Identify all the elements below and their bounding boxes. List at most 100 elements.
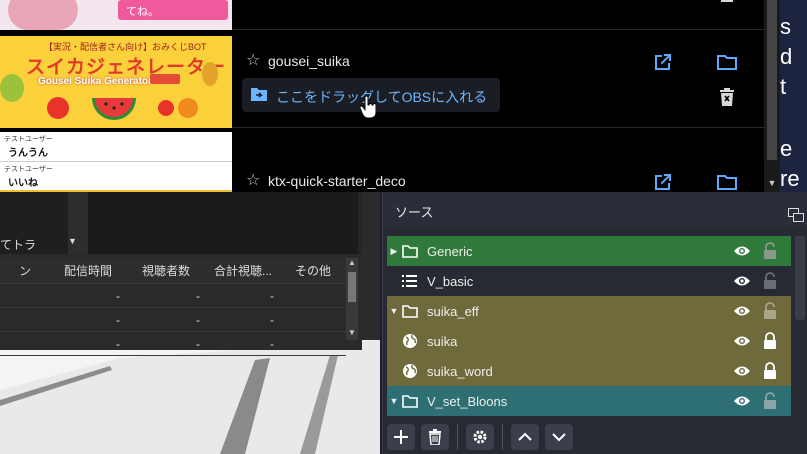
column-header[interactable]: 合計視聴... bbox=[206, 258, 280, 283]
collapse-arrow-icon[interactable]: ▼ bbox=[387, 306, 401, 316]
table-cell bbox=[280, 332, 346, 355]
table-cell bbox=[280, 308, 346, 331]
collapse-arrow-icon[interactable]: ▼ bbox=[387, 396, 401, 406]
star-icon[interactable]: ☆ bbox=[246, 173, 262, 189]
trash-icon[interactable] bbox=[718, 87, 736, 107]
sources-toolbar bbox=[387, 424, 573, 452]
source-item-v-set-bloons[interactable]: ▼ V_set_Bloons bbox=[387, 386, 791, 416]
item-name: gousei_suika bbox=[268, 53, 350, 69]
table-cell: - bbox=[270, 288, 274, 303]
folder-import-icon bbox=[251, 88, 267, 101]
source-properties-button[interactable] bbox=[466, 424, 494, 450]
dropdown-arrow-icon[interactable]: ▼ bbox=[68, 236, 82, 250]
globe-icon bbox=[401, 363, 419, 379]
source-item-suika-eff[interactable]: ▼ suika_eff bbox=[387, 296, 791, 326]
unlocked-icon[interactable] bbox=[763, 302, 777, 320]
eye-icon[interactable] bbox=[733, 273, 751, 289]
table-cell: - bbox=[270, 312, 274, 327]
eye-icon[interactable] bbox=[733, 333, 751, 349]
column-header[interactable]: その他 bbox=[280, 258, 346, 283]
chat-line: テストユーザー いいね bbox=[0, 162, 232, 192]
lock-icon[interactable] bbox=[763, 332, 777, 350]
star-icon[interactable]: ☆ bbox=[246, 53, 262, 69]
stats-partial-label: てトラ bbox=[0, 238, 37, 252]
globe-icon bbox=[401, 333, 419, 349]
trash-icon[interactable] bbox=[718, 0, 736, 16]
unlocked-icon[interactable] bbox=[763, 272, 777, 290]
table-row[interactable]: - - - bbox=[0, 332, 346, 356]
item-name: ktx-quick-starter_deco bbox=[268, 173, 406, 189]
eye-icon[interactable] bbox=[733, 303, 751, 319]
column-header[interactable]: 視聴者数 bbox=[126, 258, 206, 283]
eye-icon[interactable] bbox=[733, 363, 751, 379]
source-item-suika-word[interactable]: suika_word bbox=[387, 356, 791, 386]
move-down-button[interactable] bbox=[545, 424, 573, 450]
dock-header: ソース bbox=[383, 192, 807, 226]
stats-panel: てトラ ▼ ン 配信時間 視聴者数 合計視聴... その他 - - - - - … bbox=[0, 190, 362, 356]
source-item-generic[interactable]: ▶ Generic bbox=[387, 236, 791, 266]
folder-icon[interactable] bbox=[716, 171, 738, 192]
move-up-button[interactable] bbox=[511, 424, 539, 450]
remove-source-button[interactable] bbox=[421, 424, 449, 450]
stats-scrollbar[interactable]: ▲ ▼ bbox=[346, 258, 358, 340]
fruit-illustration bbox=[0, 62, 218, 120]
plus-icon bbox=[394, 430, 408, 444]
background-window-edge: s d t e re bbox=[780, 0, 807, 192]
table-cell: - bbox=[116, 336, 120, 351]
table-cell bbox=[280, 284, 346, 307]
table-cell: - bbox=[116, 312, 120, 327]
thumbnail: てね。 bbox=[0, 0, 232, 30]
thumbnail: 【実況・配信者さん向け】おみくじBOT スイカジェネレーター Gousei Su… bbox=[0, 36, 232, 128]
thumbnail: テストユーザー うんうん テストユーザー いいね bbox=[0, 132, 232, 192]
browser-source-list: てね。 【実況・配信者さん向け】おみくじBOT スイカジェネレーター Gouse… bbox=[0, 0, 780, 192]
sources-list: ▶ Generic V_basic ▼ suika_eff suika suik… bbox=[387, 236, 791, 416]
scroll-up-icon[interactable]: ▲ bbox=[346, 258, 358, 270]
hand-cursor-icon bbox=[360, 96, 376, 119]
table-header-row: ン 配信時間 視聴者数 合計視聴... その他 bbox=[0, 258, 346, 284]
table-row[interactable]: - - - bbox=[0, 284, 346, 308]
scroll-down-icon[interactable]: ▼ bbox=[764, 178, 780, 190]
folder-icon[interactable] bbox=[716, 51, 738, 73]
chevron-down-icon bbox=[552, 433, 566, 442]
folder-icon bbox=[401, 243, 419, 259]
gear-icon bbox=[473, 430, 487, 444]
table-cell: - bbox=[196, 336, 200, 351]
list-item[interactable]: テストユーザー うんうん テストユーザー いいね ☆ ktx-quick-sta… bbox=[0, 128, 764, 192]
eye-icon[interactable] bbox=[733, 393, 751, 409]
table-cell: - bbox=[196, 312, 200, 327]
sources-scrollbar[interactable] bbox=[795, 236, 805, 320]
undock-icon[interactable] bbox=[788, 208, 804, 222]
external-link-icon[interactable] bbox=[652, 171, 674, 192]
unlocked-icon[interactable] bbox=[763, 242, 777, 260]
folder-icon bbox=[401, 303, 419, 319]
add-source-button[interactable] bbox=[387, 424, 415, 450]
source-item-suika[interactable]: suika bbox=[387, 326, 791, 356]
source-item-v-basic[interactable]: V_basic bbox=[387, 266, 791, 296]
list-item[interactable]: てね。 bbox=[0, 0, 764, 30]
table-cell: - bbox=[116, 288, 120, 303]
list-item[interactable]: 【実況・配信者さん向け】おみくじBOT スイカジェネレーター Gousei Su… bbox=[0, 32, 764, 128]
table-cell bbox=[0, 308, 50, 331]
table-cell: - bbox=[196, 288, 200, 303]
drag-to-obs-handle[interactable]: ここをドラッグしてOBSに入れる bbox=[242, 78, 500, 119]
column-header[interactable]: ン bbox=[0, 258, 50, 283]
lock-icon[interactable] bbox=[763, 362, 777, 380]
trash-icon bbox=[429, 429, 441, 445]
sources-dock: ソース ▶ Generic V_basic ▼ suika_eff suika … bbox=[382, 192, 807, 454]
column-header[interactable]: 配信時間 bbox=[50, 258, 126, 283]
dock-title: ソース bbox=[395, 205, 434, 220]
expand-arrow-icon[interactable]: ▶ bbox=[387, 246, 401, 257]
chat-line: テストユーザー うんうん bbox=[0, 132, 232, 162]
table-row[interactable]: - - - bbox=[0, 308, 346, 332]
browser-scrollbar[interactable]: ▼ bbox=[764, 0, 780, 192]
folder-icon bbox=[401, 393, 419, 409]
external-link-icon[interactable] bbox=[652, 51, 674, 73]
drag-hint-label: ここをドラッグしてOBSに入れる bbox=[276, 89, 488, 105]
unlocked-icon[interactable] bbox=[763, 392, 777, 410]
table-cell bbox=[0, 332, 50, 355]
scroll-down-icon[interactable]: ▼ bbox=[346, 328, 358, 340]
eye-icon[interactable] bbox=[733, 243, 751, 259]
table-cell: - bbox=[270, 336, 274, 351]
table-cell bbox=[0, 284, 50, 307]
stats-table: ン 配信時間 視聴者数 合計視聴... その他 - - - - - - - - … bbox=[0, 258, 346, 356]
